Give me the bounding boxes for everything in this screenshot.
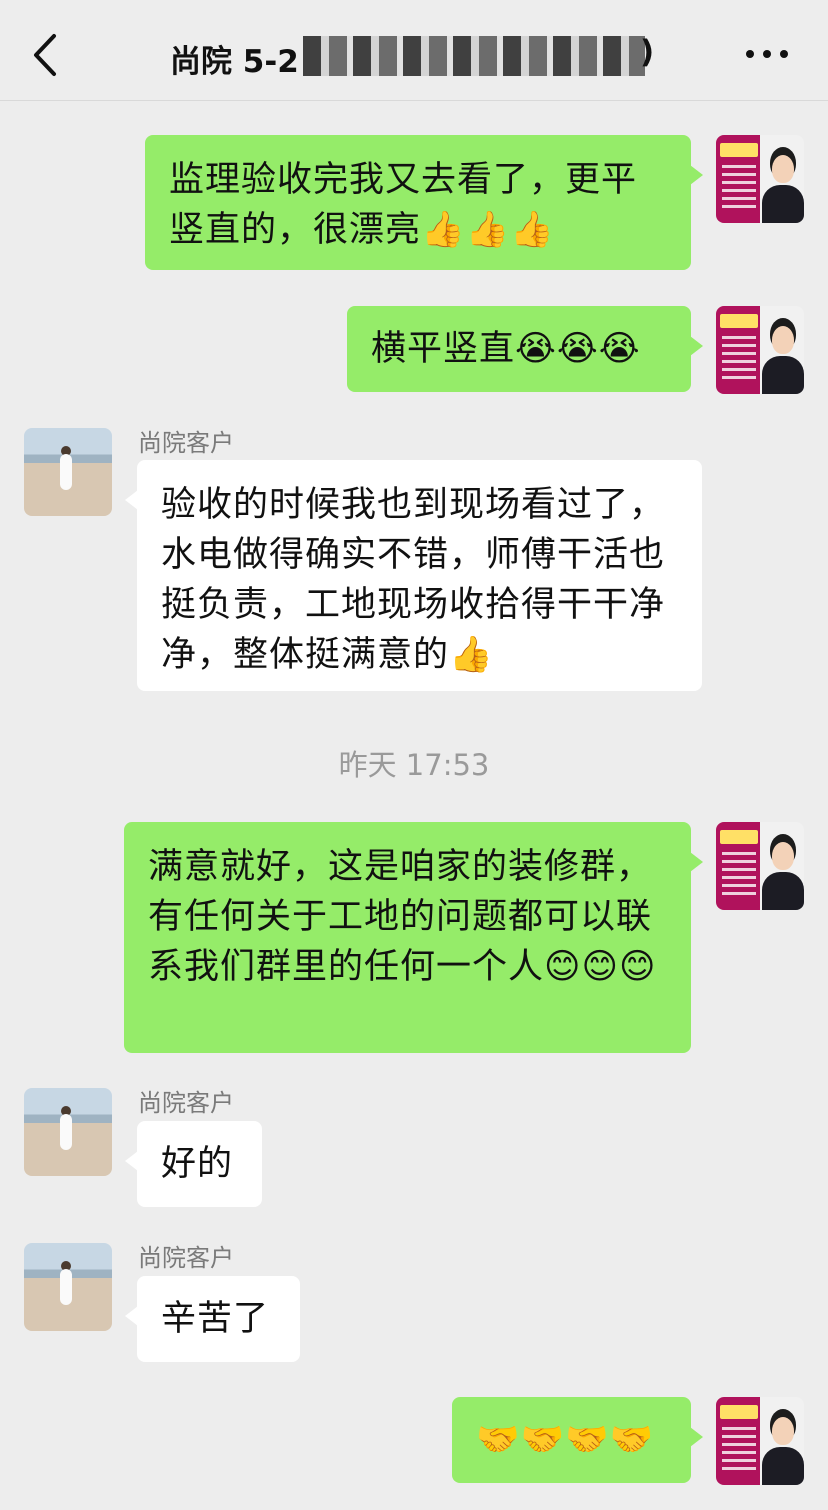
self-avatar[interactable] [716,1397,804,1485]
self-avatar[interactable] [716,822,804,910]
message-timestamp: 昨天 17:53 [338,748,490,782]
customer-avatar[interactable] [24,1243,112,1331]
sender-name: 尚院客户 [138,1089,234,1117]
message-bubble-self[interactable]: 🤝🤝🤝🤝 [452,1397,703,1483]
message-bubble-other[interactable]: 辛苦了 [125,1276,300,1362]
customer-avatar[interactable] [24,1088,112,1176]
message-bubble-self[interactable]: 满意就好，这是咱家的装修群，有任何关于工地的问题都可以联系我们群里的任何一个人😊… [124,822,703,1053]
sender-name: 尚院客户 [138,1244,234,1272]
self-avatar[interactable] [716,306,804,394]
chat-title: 尚院 5-2 [170,44,299,80]
chat-title-tail: ) [640,34,655,70]
customer-avatar[interactable] [24,428,112,516]
more-dots-icon [746,50,754,58]
message-bubble-other[interactable]: 好的 [125,1121,262,1207]
more-options-button[interactable] [742,40,792,70]
message-bubble-self[interactable]: 横平竖直😭😭😭 [347,306,703,392]
self-avatar[interactable] [716,135,804,223]
back-button[interactable] [28,30,68,80]
chevron-left-icon [34,34,56,76]
message-bubble-other[interactable]: 验收的时候我也到现场看过了，水电做得确实不错，师傅干活也挺负责，工地现场收拾得干… [125,460,702,691]
message-bubble-self[interactable]: 监理验收完我又去看了，更平竖直的，很漂亮👍👍👍 [145,135,703,270]
chat-header: 尚院 5-2 ) [0,0,828,101]
sender-name: 尚院客户 [138,429,234,457]
redacted-title-mosaic [303,36,645,76]
